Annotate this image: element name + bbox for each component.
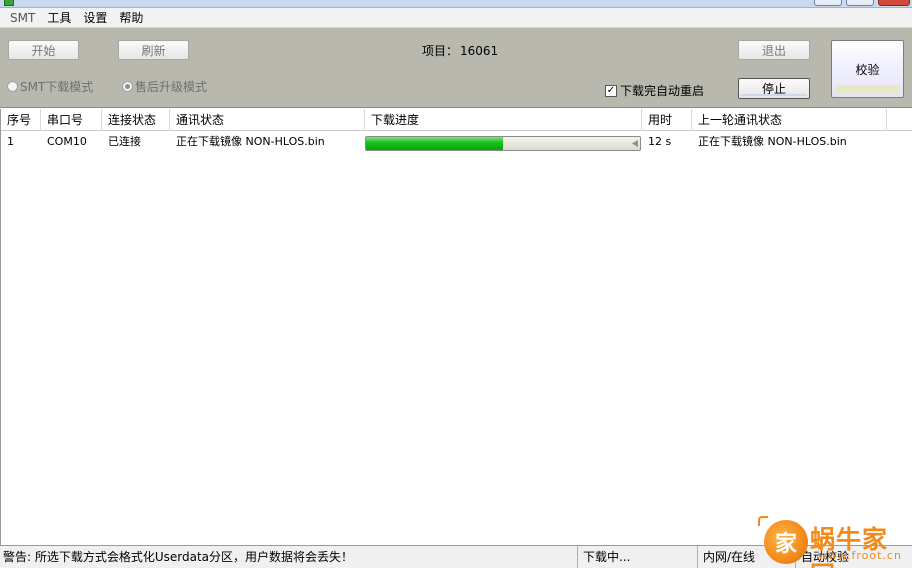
project-label-text: 项目： [422,44,459,58]
snail-icon: 家 [764,520,808,564]
progress-end-cap [632,140,638,147]
auto-restart-label: 下载完自动重启 [620,84,705,98]
cell-port: COM10 [47,135,87,148]
menu-bar: SMT 工具 设置 帮助 [0,8,912,28]
status-download-state: 下载中... [580,546,698,568]
header-last-comm-status[interactable]: 上一轮通讯状态 [692,109,887,131]
header-progress[interactable]: 下载进度 [365,109,642,131]
header-port[interactable]: 串口号 [41,109,102,131]
menu-smt[interactable]: SMT [4,9,41,27]
start-button[interactable]: 开始 [8,40,79,60]
cell-connection: 已连接 [108,135,141,148]
stop-button[interactable]: 停止 [738,78,810,99]
snail-antenna-icon [758,516,768,526]
cell-index: 1 [7,135,14,148]
control-panel: 开始 刷新 项目： 16061 退出 停止 校验 SMT下载模式 售后升级模式 ✓… [0,28,912,108]
cell-comm-status: 正在下载镜像 NON-HLOS.bin [176,135,325,148]
progress-fill [366,137,503,150]
project-label: 项目： 16061 [420,42,498,59]
close-button[interactable] [878,0,910,6]
table-header: 序号 串口号 连接状态 通讯状态 下载进度 用时 上一轮通讯状态 [1,109,912,131]
download-progress-bar [365,136,641,151]
app-icon [4,0,14,6]
smt-mode-label: SMT下载模式 [20,80,94,94]
smt-mode-radio[interactable]: SMT下载模式 [7,78,93,95]
radio-unselected-icon [7,81,18,92]
watermark-url: www.froot.cn [818,549,902,562]
refresh-button[interactable]: 刷新 [118,40,189,60]
cell-elapsed: 12 s [648,135,672,148]
menu-help[interactable]: 帮助 [113,9,149,27]
minimize-button[interactable] [814,0,842,6]
radio-selected-icon [122,81,133,92]
device-table: 序号 串口号 连接状态 通讯状态 下载进度 用时 上一轮通讯状态 1 COM10… [0,109,912,545]
maximize-button[interactable] [846,0,874,6]
checkmark-icon: ✓ [605,84,617,97]
header-comm-status[interactable]: 通讯状态 [170,109,365,131]
verify-button[interactable]: 校验 [831,40,904,98]
header-elapsed[interactable]: 用时 [642,109,692,131]
menu-tools[interactable]: 工具 [41,9,77,27]
project-value: 16061 [460,44,499,58]
cell-last-comm-status: 正在下载镜像 NON-HLOS.bin [698,135,847,148]
exit-button[interactable]: 退出 [738,40,810,60]
header-connection[interactable]: 连接状态 [102,109,170,131]
status-warning: 警告: 所选下载方式会格式化Userdata分区，用户数据将会丢失！ [0,546,578,568]
menu-settings[interactable]: 设置 [77,9,113,27]
after-sales-mode-radio[interactable]: 售后升级模式 [122,78,207,95]
auto-restart-checkbox[interactable]: ✓ 下载完自动重启 [605,82,704,99]
header-index[interactable]: 序号 [1,109,41,131]
after-sales-mode-label: 售后升级模式 [135,80,208,94]
watermark-logo: 家 蜗牛家园 www.froot.cn [758,516,912,568]
title-bar [0,0,912,8]
